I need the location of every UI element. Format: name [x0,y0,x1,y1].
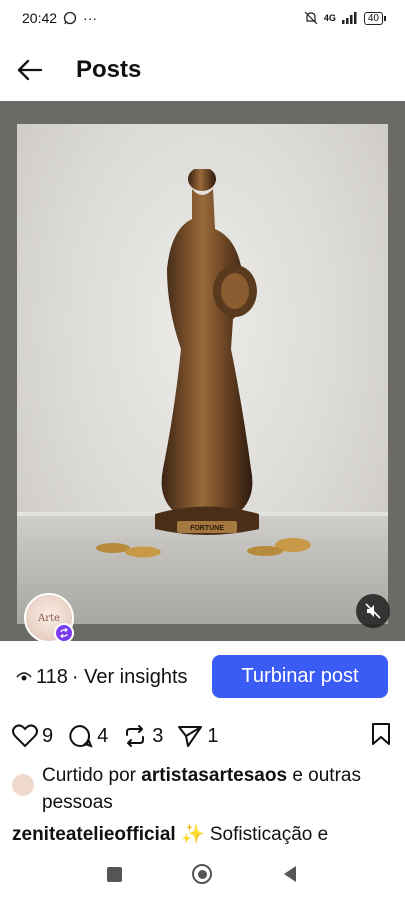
view-count: 118 [36,665,68,688]
liked-user[interactable]: artistasartesaos [141,765,287,786]
liked-by-sentence: Curtido por artistasartesaos e outras pe… [42,762,397,816]
status-time: 20:42 [22,10,58,26]
page-title: Posts [76,56,142,83]
recent-apps-icon[interactable] [107,866,122,882]
statue-image: FORTUNE [155,169,259,535]
send-icon [178,726,203,747]
repost-button[interactable]: 3 [122,724,163,748]
share-button[interactable]: 1 [177,724,219,748]
bookmark-icon [372,723,390,745]
like-button[interactable]: 9 [12,724,53,748]
post-image: FORTUNE [17,124,388,624]
speaker-muted-icon [365,603,381,619]
status-bar: 20:42 ··· 4G 40 [0,0,405,36]
avatar-logo-text: Arte [38,612,60,624]
coins-left [96,543,161,558]
post-caption[interactable]: zeniteatelieofficial ✨ Sofisticação e [12,822,402,846]
repost-badge-icon [54,623,74,641]
share-count: 1 [207,724,219,747]
insights-row: 118 · Ver insights Turbinar post [0,655,405,699]
heart-icon [12,724,38,748]
actions-row: 9 4 3 1 [0,718,405,754]
boost-post-button[interactable]: Turbinar post [212,655,388,698]
repost-count: 3 [152,724,164,747]
liked-by-text[interactable]: Curtido por artistasartesaos e outras pe… [12,762,397,816]
caption-text: ✨ Sofisticação e [175,824,329,845]
whatsapp-icon [63,11,77,25]
home-icon[interactable] [192,864,212,884]
post-media[interactable]: FORTUNE Arte [0,101,405,641]
header: Posts [0,40,405,100]
mute-button[interactable] [356,594,390,628]
coins-right [247,538,311,556]
repost-icon [126,725,145,747]
view-insights-link[interactable]: 118 · Ver insights [16,666,188,689]
arrow-left-icon [17,59,43,81]
caption-username[interactable]: zeniteatelieofficial [12,824,176,845]
battery-indicator: 40 [363,11,387,25]
comment-count: 4 [97,724,109,747]
system-nav-bar [0,848,405,900]
back-button[interactable] [0,40,60,100]
mute-notifications-icon [304,11,318,25]
back-triangle-icon[interactable] [282,865,298,883]
statue-plaque-label: FORTUNE [190,525,224,532]
more-notifications-icon: ··· [83,10,98,26]
eye-icon [16,672,32,681]
status-left: 20:42 ··· [22,10,97,26]
network-type: 4G [323,13,336,23]
comment-icon [69,724,93,748]
comment-button[interactable]: 4 [67,724,108,748]
liked-prefix: Curtido por [42,765,142,786]
save-button[interactable] [371,722,391,752]
like-count: 9 [42,724,54,747]
status-right: 4G 40 [304,11,387,25]
insights-label: · Ver insights [71,665,188,688]
signal-icon [341,12,357,24]
liker-avatar [12,774,34,796]
